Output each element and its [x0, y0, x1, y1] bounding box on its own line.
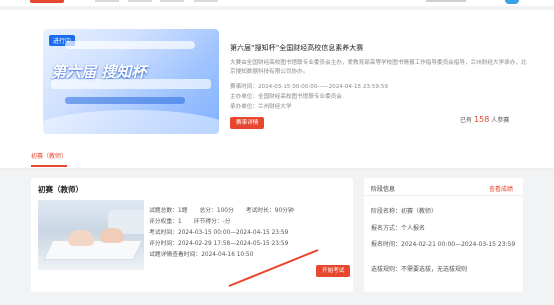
stage-info-card: 阶段信息 查看成绩 阶段名称：初赛（教师） 报名方式：个人报名 报名时间：202…	[364, 178, 523, 292]
duration: 90分钟	[274, 208, 294, 214]
competition-host: 承办单位：兰州财经大学	[230, 102, 292, 110]
stage-cover-image	[38, 200, 144, 270]
stage-title: 初赛（教师）	[38, 185, 83, 194]
competition-time-label: 赛事时间：	[230, 84, 258, 90]
image-hand	[100, 228, 124, 243]
host-label: 承办单位：	[230, 104, 258, 110]
tab-active-indicator	[31, 165, 67, 167]
grading-time: 2024-02-29 17:58—2024-05-15 23:59	[178, 241, 289, 247]
avatar[interactable]	[505, 0, 519, 4]
participants-prefix: 已有	[460, 117, 473, 124]
competition-card: 进行中 第六届 搜知杯 第六届“搜知杯”全国财经高校信息素养大赛 大赛由全国财经…	[0, 10, 554, 158]
promotion-rule-row: 选拔规则：不需要选拔，无选拔规则	[371, 265, 519, 274]
stage-info-title: 阶段信息	[371, 186, 396, 193]
weight: 1	[178, 219, 182, 225]
total-score: 100分	[216, 208, 234, 214]
user-menu[interactable]	[426, 0, 466, 2]
weight-label: 评分权重：	[149, 219, 178, 225]
organizer-value: 全国财经高校图书馆联专业委员会	[257, 94, 342, 100]
stage-tabs	[0, 145, 554, 169]
round-score-label: 环节得分：	[193, 219, 223, 225]
stage-row-stats: 试题总数：1题 总分：100分 考试时长：90分钟	[149, 205, 294, 214]
question-count: 1题	[178, 208, 188, 214]
site-logo[interactable]	[30, 0, 64, 3]
promotion-value: 不需要选拔，无选拔规则	[401, 266, 468, 273]
signup-method-value: 个人报名	[401, 225, 426, 232]
start-exam-button[interactable]: 开始考试	[316, 265, 351, 277]
nav-item[interactable]	[160, 0, 184, 2]
stage-name-value: 初赛（教师）	[401, 208, 438, 215]
banner-slogan	[65, 97, 185, 104]
participants-number: 158	[474, 115, 490, 124]
signup-time-row: 报名时间：2024-02-21 00:00—2024-03-15 23:59	[371, 240, 519, 249]
stage-info-header: 阶段信息 查看成绩	[364, 178, 523, 196]
organizer-label: 主办单位：	[230, 94, 258, 100]
banner-subtitle	[51, 79, 211, 89]
grading-time-label: 评分时间：	[149, 241, 178, 247]
tab-preliminary-teacher[interactable]: 初赛（教师）	[31, 151, 67, 160]
signup-method-row: 报名方式：个人报名	[371, 224, 519, 233]
stage-name-row: 阶段名称：初赛（教师）	[371, 207, 519, 216]
stage-row-grading-time: 评分时间：2024-02-29 17:58—2024-05-15 23:59	[149, 238, 288, 247]
image-hand	[68, 230, 94, 246]
competition-banner-image: 进行中 第六届 搜知杯	[43, 29, 219, 134]
stage-name-label: 阶段名称：	[371, 208, 402, 215]
banner-decoration	[43, 110, 219, 134]
nav-item[interactable]	[194, 0, 218, 2]
competition-time-value: 2024-03-15 00:00:00——2024-04-15 23:59:59	[257, 84, 388, 90]
nav-item[interactable]	[95, 0, 119, 2]
round-score: -分	[222, 219, 231, 225]
competition-detail-button[interactable]: 赛事详情	[230, 117, 265, 129]
signup-time-label: 报名时间：	[371, 241, 402, 248]
top-navbar	[0, 0, 554, 6]
banner-logos	[65, 41, 195, 49]
review-time: 2024-04-16 10:50	[201, 252, 254, 258]
participants-suffix: 人参赛	[491, 117, 510, 124]
exam-time: 2024-03-15 00:00—2024-04-15 23:59	[178, 230, 289, 236]
exam-time-label: 考试时间：	[149, 230, 178, 236]
competition-title: 第六届“搜知杯”全国财经高校信息素养大赛	[230, 44, 364, 52]
host-value: 兰州财经大学	[257, 104, 292, 110]
stage-row-review-time: 试题详情查看时间：2024-04-16 10:50	[149, 249, 253, 258]
review-time-label: 试题详情查看时间：	[149, 252, 202, 258]
view-results-link[interactable]: 查看成绩	[489, 184, 513, 193]
duration-label: 考试时长：	[245, 208, 275, 214]
promotion-label: 选拔规则：	[371, 266, 402, 273]
stage-row-scoring: 评分权重：1 环节得分：-分	[149, 216, 231, 225]
competition-organizer: 主办单位：全国财经高校图书馆联专业委员会	[230, 92, 342, 100]
competition-description: 大赛由全国财经高校图书馆联专业委员会主办，爱教育部高等学校图书情报工作指导委员会…	[230, 60, 527, 75]
signup-time-value: 2024-02-21 00:00—2024-03-15 23:59	[401, 241, 516, 248]
competition-time: 赛事时间：2024-03-15 00:00:00——2024-04-15 23:…	[230, 82, 388, 90]
nav-item[interactable]	[128, 0, 152, 2]
stage-row-exam-time: 考试时间：2024-03-15 00:00—2024-04-15 23:59	[149, 227, 288, 236]
signup-method-label: 报名方式：	[371, 225, 402, 232]
total-score-label: 总分：	[199, 208, 217, 214]
question-count-label: 试题总数：	[149, 208, 178, 214]
stage-card: 初赛（教师） 试题总数：1题 总分：100分 考试时长：90分钟 评分权重：1 环节得…	[31, 178, 353, 292]
participant-count: 已有 158 人参赛	[460, 115, 509, 124]
